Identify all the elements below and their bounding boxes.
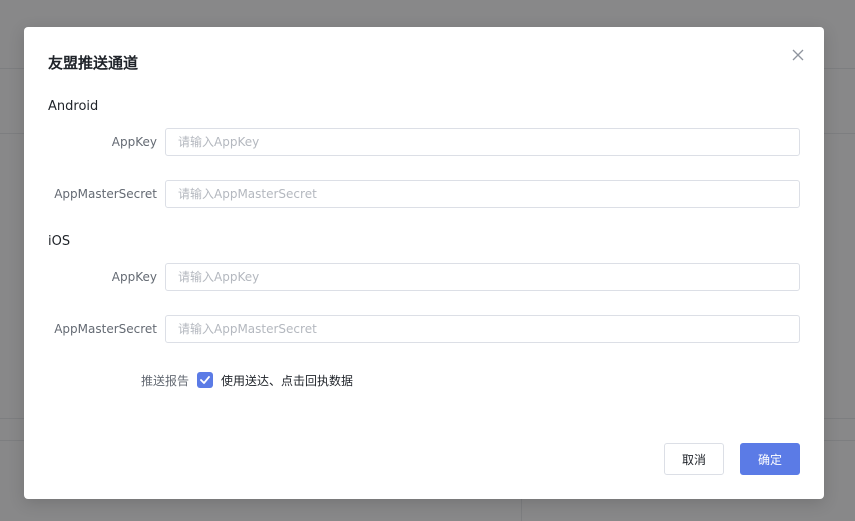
push-report-row: 推送报告 使用送达、点击回执数据 [24,370,353,390]
push-report-label: 推送报告 [140,373,189,388]
android-master-secret-input[interactable] [165,180,800,208]
android-master-secret-label: AppMasterSecret [54,187,157,201]
close-icon [792,49,804,61]
push-report-checkbox[interactable] [197,372,213,388]
ios-master-secret-row: AppMasterSecret [24,315,800,343]
ios-appkey-label: AppKey [111,270,157,284]
push-report-option-text[interactable]: 使用送达、点击回执数据 [221,372,353,389]
dialog-title: 友盟推送通道 [48,54,139,72]
confirm-button[interactable]: 确定 [740,443,800,475]
cancel-button[interactable]: 取消 [664,443,724,475]
ios-master-secret-label: AppMasterSecret [54,322,157,336]
android-appkey-row: AppKey [24,128,800,156]
section-title-android: Android [48,99,99,114]
android-appkey-label: AppKey [111,135,157,149]
section-title-ios: iOS [48,234,71,249]
checkmark-icon [200,376,210,384]
android-appkey-input[interactable] [165,128,800,156]
android-master-secret-row: AppMasterSecret [24,180,800,208]
umeng-push-channel-dialog: 友盟推送通道 Android AppKey AppMasterSecret iO… [24,27,824,499]
ios-master-secret-input[interactable] [165,315,800,343]
ios-appkey-row: AppKey [24,263,800,291]
close-button[interactable] [790,47,806,63]
ios-appkey-input[interactable] [165,263,800,291]
